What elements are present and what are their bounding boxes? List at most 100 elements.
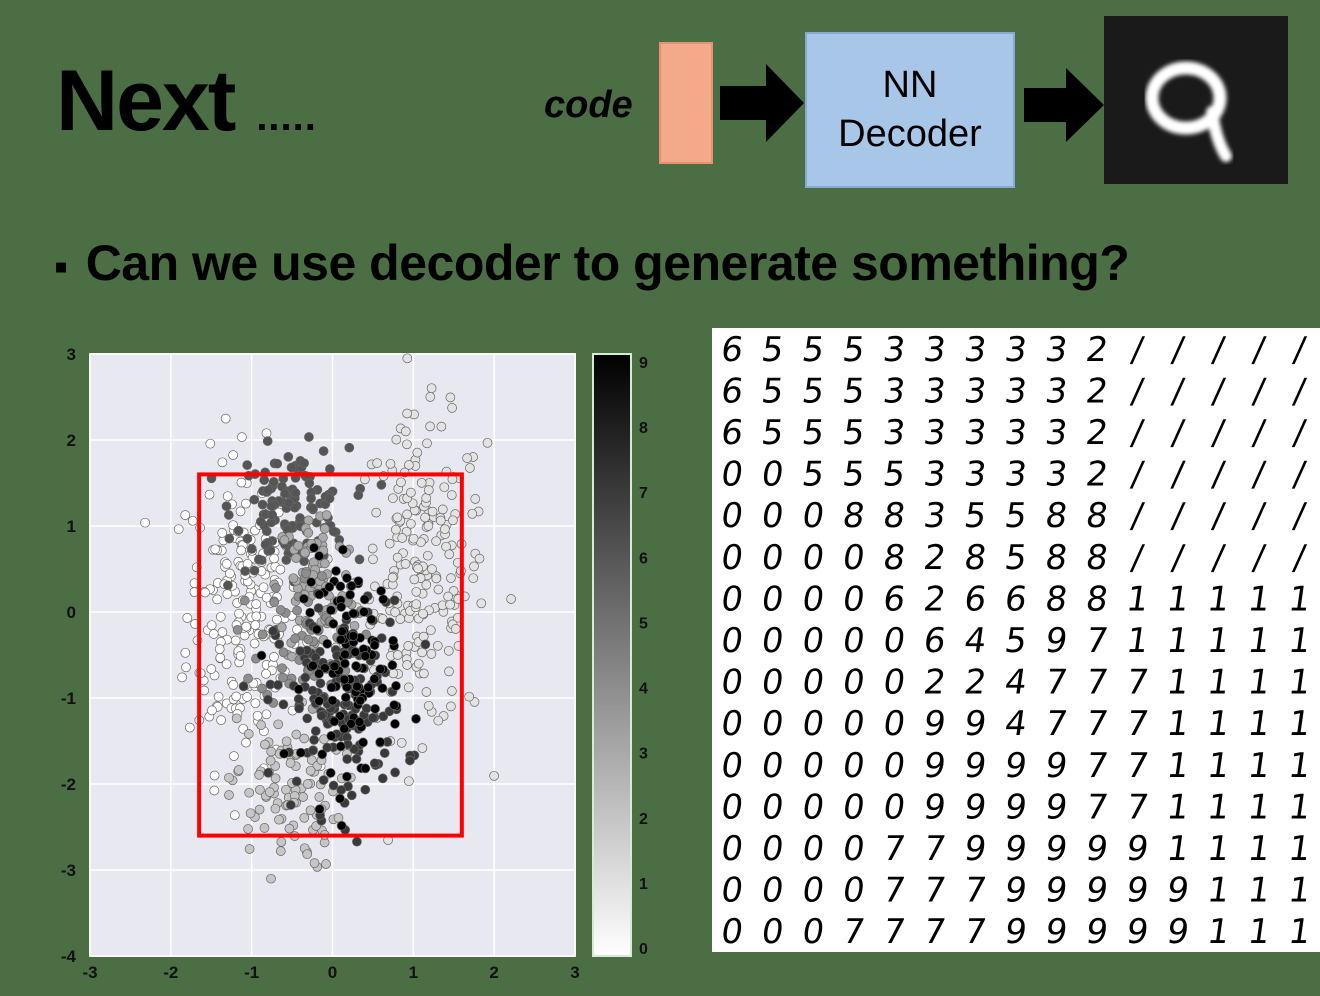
scatter-point [328,780,339,791]
bullet-icon: ▪ [54,245,68,289]
digit-cell: 6 [719,330,746,370]
scatter-point [225,568,235,579]
digit-glyph: 7 [840,912,867,952]
scatter-point [465,463,475,473]
digit-cell: 7 [962,871,989,911]
scatter-point [324,582,335,592]
scatter-point [327,695,338,706]
digit-cell: 3 [1002,455,1029,495]
digit-cell: 0 [719,871,746,911]
digit-glyph: 5 [759,413,786,453]
digit-cell: 0 [759,829,786,869]
scatter-point [433,715,444,726]
digit-glyph: 5 [840,372,867,412]
digit-glyph: 0 [759,538,786,578]
digit-glyph: 0 [719,455,746,495]
digit-cell: 2 [921,580,948,620]
digit-cell: 0 [840,829,867,869]
digit-cell: 7 [921,829,948,869]
digit-cell: 0 [759,455,786,495]
scatter-point [299,593,309,604]
digit-cell: 0 [719,746,746,786]
digit-cell: 5 [840,372,867,412]
digit-glyph: 5 [800,330,827,370]
digit-cell: 6 [1002,580,1029,620]
scatter-point [238,681,249,692]
scatter-point [273,680,283,690]
scatter-point [308,660,318,671]
scatter-point [242,533,253,544]
scatter-point [257,499,268,510]
scatter-point [388,493,398,504]
digit-cell: 9 [1043,788,1070,828]
digit-cell: 1 [1205,871,1232,911]
scatter-point [406,487,416,498]
scatter-point [314,804,325,815]
digit-glyph: / [1251,455,1269,495]
digit-cell: 7 [881,912,908,952]
scatter-point [215,611,226,622]
digit-cell: 3 [1043,455,1070,495]
scatter-point [444,666,454,677]
digit-cell: 4 [962,621,989,661]
scatter-point [353,490,364,501]
digit-cell: 0 [881,788,908,828]
digit-cell: 3 [921,455,948,495]
digit-cell: 1 [1205,746,1232,786]
scatter-point [231,713,242,724]
digit-glyph: 0 [759,829,786,869]
digit-glyph: 2 [1083,372,1110,412]
digit-cell: 9 [1083,871,1110,911]
scatter-point [426,383,437,394]
digit-cell: 3 [1043,330,1070,370]
digit-glyph: 1 [1205,746,1232,786]
digit-glyph: / [1251,496,1269,536]
scatter-point [284,498,294,508]
scatter-point [286,462,297,473]
scatter-point [489,770,499,781]
digit-glyph: 3 [1002,372,1029,412]
digit-cell: 1 [1245,663,1272,703]
digit-glyph: 3 [881,372,908,412]
digit-cell: 3 [921,496,948,536]
digit-glyph: 9 [1043,746,1070,786]
scatter-svg: -3 -2 -1 0 1 2 3 3 2 1 0 -1 -2 -3 -4 9 8 7 6 5 4 3 2 1 0 [61,345,648,982]
digit-glyph: 9 [1002,746,1029,786]
scatter-point [266,873,276,884]
digit-cell: 3 [962,372,989,412]
scatter-point [448,515,458,526]
digit-glyph: / [1169,455,1187,495]
digit-glyph: 3 [921,455,948,495]
digit-glyph: 0 [759,580,786,620]
colorbar-tick-label: 5 [639,615,648,632]
scatter-point [351,661,361,671]
scatter-point [301,568,311,579]
arrow-right-icon [720,64,804,142]
digit-cell: 3 [921,330,948,370]
scatter-point [278,699,289,710]
digit-glyph: 7 [921,871,948,911]
scatter-point [337,626,347,637]
scatter-point [241,737,251,748]
digit-glyph: 1 [1164,829,1191,869]
digit-cell: 2 [1083,455,1110,495]
digit-glyph: 5 [759,330,786,370]
digit-cell: 0 [800,663,827,703]
digit-cell: / [1129,372,1147,412]
digit-glyph: 0 [840,746,867,786]
digit-cell: 1 [1124,621,1151,661]
digit-cell: / [1210,330,1228,370]
digit-cell: 9 [1043,746,1070,786]
digit-glyph: 5 [800,372,827,412]
digit-cell: 7 [881,871,908,911]
scatter-point [180,647,191,658]
digit-glyph: 1 [1205,663,1232,703]
digit-cell: 3 [881,372,908,412]
scatter-point [443,591,453,602]
digit-glyph: 4 [1002,663,1029,703]
digit-glyph: 1 [1205,621,1232,661]
digit-cell: 1 [1286,663,1313,703]
scatter-point [439,482,450,493]
scatter-point [445,599,455,610]
digit-cell: 7 [881,829,908,869]
